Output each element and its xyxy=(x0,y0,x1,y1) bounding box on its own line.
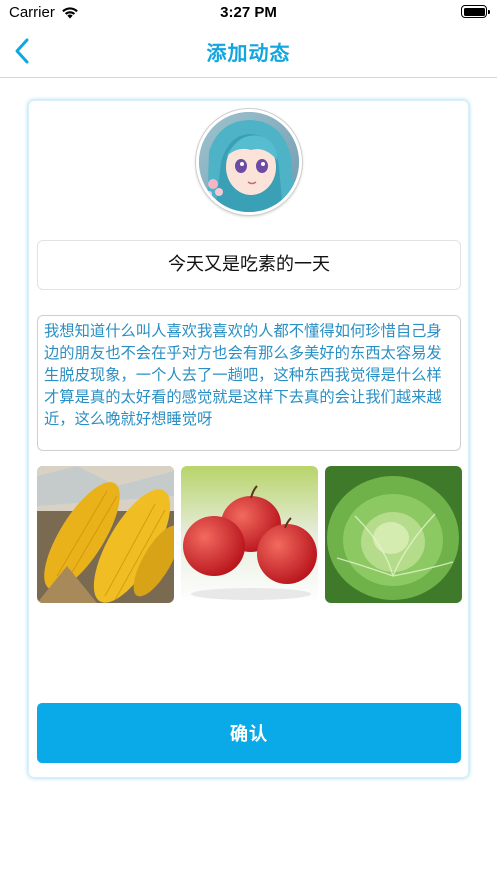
battery-nub xyxy=(488,9,490,14)
status-bar: Carrier 3:27 PM xyxy=(0,0,497,24)
battery-fill xyxy=(463,7,485,16)
post-form-card: 今天又是吃素的一天 我想知道什么叫人喜欢我喜欢的人都不懂得如何珍惜自己身边的朋友… xyxy=(28,100,469,778)
apples-image xyxy=(181,466,318,603)
confirm-button[interactable]: 确认 xyxy=(37,703,461,763)
clock: 3:27 PM xyxy=(220,4,277,21)
post-title-field[interactable]: 今天又是吃素的一天 xyxy=(37,240,461,290)
corn-image xyxy=(37,466,174,603)
photo-corn[interactable] xyxy=(37,466,174,603)
navigation-bar: 添加动态 xyxy=(0,24,497,78)
photo-cabbage[interactable] xyxy=(325,466,462,603)
anime-avatar-image xyxy=(199,112,299,212)
photo-apples[interactable] xyxy=(181,466,318,603)
post-content-textarea[interactable]: 我想知道什么叫人喜欢我喜欢的人都不懂得如何珍惜自己身边的朋友也不会在乎对方也会有… xyxy=(37,315,461,451)
battery-icon xyxy=(461,5,490,18)
avatar[interactable] xyxy=(196,109,302,215)
photo-grid xyxy=(37,466,463,603)
cabbage-image xyxy=(325,466,462,603)
page-title: 添加动态 xyxy=(206,41,291,65)
